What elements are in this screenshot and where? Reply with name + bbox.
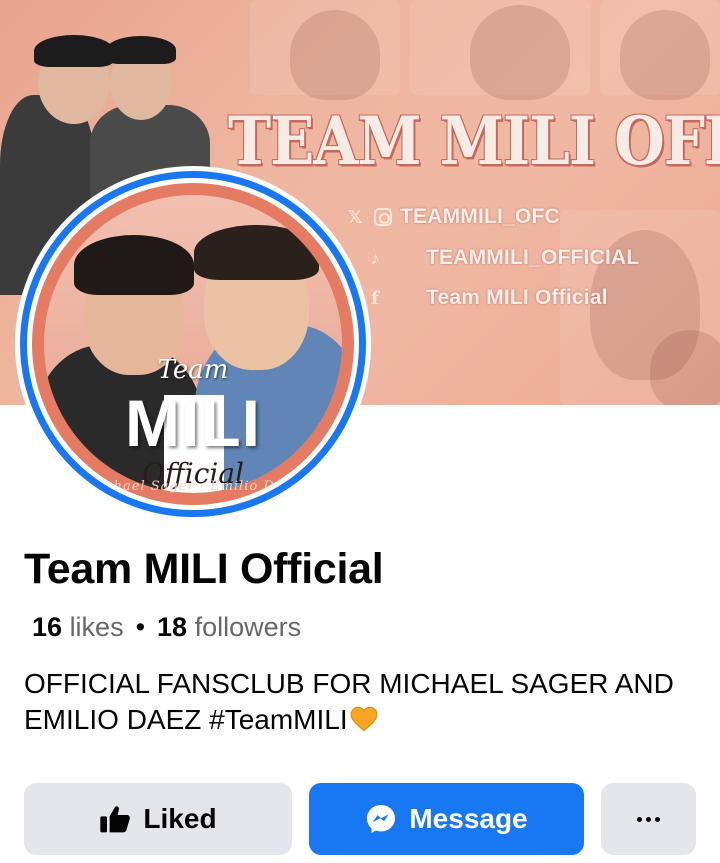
avatar-mili-text: MILI: [125, 386, 261, 460]
avatar: Team MILI Official Michael Sager · Emili…: [32, 183, 354, 505]
likes-stat[interactable]: 16 likes: [32, 612, 124, 642]
likes-label: likes: [69, 612, 124, 642]
page-title: Team MILI Official: [24, 545, 384, 593]
avatar-photo: Team MILI Official: [44, 195, 342, 493]
social-handle: TEAMMILI_OFC: [400, 205, 560, 228]
social-row-tiktok: ♪ TEAMMILI_OFFICIAL: [364, 246, 640, 270]
story-ring: Team MILI Official Michael Sager · Emili…: [20, 171, 366, 517]
tiktok-icon: ♪: [370, 247, 380, 268]
orange-heart-icon: [350, 706, 378, 732]
followers-label: followers: [194, 612, 302, 642]
thumbs-up-icon: [100, 806, 131, 833]
liked-button-label: Liked: [143, 803, 217, 834]
cover-title: TEAM MILI OFFICIAL: [228, 102, 720, 181]
social-handle: Team MILI Official: [426, 286, 608, 309]
social-handle: TEAMMILI_OFFICIAL: [426, 246, 640, 269]
page-bio: OFFICIAL FANSCLUB FOR MICHAEL SAGER AND …: [24, 666, 704, 738]
profile-picture[interactable]: Team MILI Official Michael Sager · Emili…: [15, 166, 371, 522]
avatar-names-text: Michael Sager · Emilio Daez: [85, 479, 301, 494]
avatar-team-text: Team: [157, 355, 229, 385]
more-dots-icon: [637, 816, 660, 822]
message-button-label: Message: [409, 803, 528, 834]
more-options-button[interactable]: [601, 783, 696, 855]
x-icon: 𝕏: [347, 206, 363, 227]
instagram-icon: [372, 206, 394, 228]
page-stats: 16 likes • 18 followers: [32, 612, 301, 643]
separator-dot: •: [135, 612, 146, 642]
likes-count: 16: [32, 612, 63, 642]
social-row-x-instagram: 𝕏 TEAMMILI_OFC: [344, 205, 560, 229]
followers-count: 18: [157, 612, 188, 642]
message-button[interactable]: Message: [309, 783, 584, 855]
social-row-facebook: f Team MILI Official: [364, 286, 608, 310]
followers-stat[interactable]: 18 followers: [157, 612, 301, 642]
messenger-icon: [367, 805, 396, 833]
facebook-icon: f: [371, 287, 379, 309]
liked-button[interactable]: Liked: [24, 783, 292, 855]
